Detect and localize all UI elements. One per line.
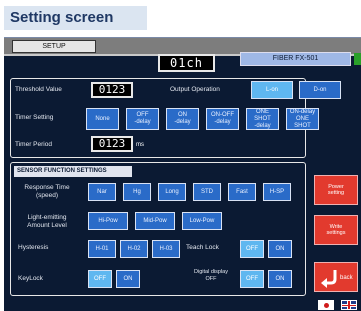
threshold-label: Threshold Value — [15, 86, 62, 93]
back-label: back — [340, 275, 353, 281]
keylock-off-button[interactable]: OFF — [88, 270, 112, 288]
hysteresis-h02-button[interactable]: H-02 — [120, 240, 148, 258]
response-h-sp-button[interactable]: H-SP — [263, 183, 291, 201]
digital-display-label: Digital display OFF — [194, 269, 228, 282]
write-settings-button[interactable]: Write settings — [314, 215, 358, 245]
hysteresis-h03-button[interactable]: H-03 — [152, 240, 180, 258]
timer-on-off-delay-button[interactable]: ON-OFF -delay — [206, 108, 239, 130]
hysteresis-label: Hysteresis — [18, 244, 49, 251]
output-operation-label: Output Operation — [170, 86, 220, 93]
japanese-flag-icon[interactable] — [318, 300, 334, 310]
status-indicator — [354, 53, 361, 65]
output-l-on-button[interactable]: L-on — [251, 81, 293, 99]
power-setting-button[interactable]: Power setting — [314, 175, 358, 205]
teach-lock-off-button[interactable]: OFF — [240, 240, 264, 258]
hysteresis-h01-button[interactable]: H-01 — [88, 240, 116, 258]
threshold-value[interactable]: 0123 — [91, 82, 133, 98]
page-caption: Setting screen — [4, 6, 147, 30]
timer-period-unit: ms — [136, 142, 144, 148]
response-fast-button[interactable]: Fast — [228, 183, 256, 201]
return-arrow-icon — [321, 270, 337, 288]
model-label: FIBER FX-501 — [240, 52, 351, 66]
timer-on-delay-button[interactable]: ON -delay — [166, 108, 199, 130]
light-hi-pow-button[interactable]: Hi-Pow — [88, 212, 128, 230]
response-nar-button[interactable]: Nar — [88, 183, 116, 201]
digital-display-on-button[interactable]: ON — [268, 270, 292, 288]
digital-display-off-button[interactable]: OFF — [240, 270, 264, 288]
timer-period-value[interactable]: 0123 — [91, 136, 133, 152]
light-mid-pow-button[interactable]: Mid-Pow — [135, 212, 175, 230]
light-low-pow-button[interactable]: Low-Pow — [182, 212, 222, 230]
response-hg-button[interactable]: Hg — [123, 183, 151, 201]
sensor-settings-title: SENSOR FUNCTION SETTINGS — [14, 166, 132, 177]
timer-off-delay-button[interactable]: OFF -delay — [126, 108, 159, 130]
response-time-label: Response Time (speed) — [24, 184, 70, 199]
response-long-button[interactable]: Long — [158, 183, 186, 201]
keylock-label: KeyLock — [18, 275, 43, 282]
setup-tab[interactable]: SETUP — [12, 40, 96, 53]
timer-one-shot-delay-button[interactable]: ONE SHOT -delay — [246, 108, 279, 130]
output-d-on-button[interactable]: D-on — [299, 81, 341, 99]
light-amount-label: Light-emitting Amount Level — [27, 214, 67, 229]
hmi-screen: SETUP 01ch FIBER FX-501 Threshold Value … — [4, 37, 361, 311]
teach-lock-on-button[interactable]: ON — [268, 240, 292, 258]
timer-none-button[interactable]: None — [86, 108, 119, 130]
uk-flag-icon[interactable] — [341, 300, 357, 310]
channel-display[interactable]: 01ch — [158, 54, 215, 72]
timer-on-delay-one-shot-button[interactable]: ON-delay ONE SHOT — [286, 108, 319, 130]
keylock-on-button[interactable]: ON — [116, 270, 140, 288]
teach-lock-label: Teach Lock — [186, 244, 219, 251]
back-button[interactable]: back — [314, 262, 358, 292]
timer-period-label: Timer Period — [15, 141, 52, 148]
response-std-button[interactable]: STD — [193, 183, 221, 201]
timer-setting-label: Timer Setting — [15, 114, 54, 121]
